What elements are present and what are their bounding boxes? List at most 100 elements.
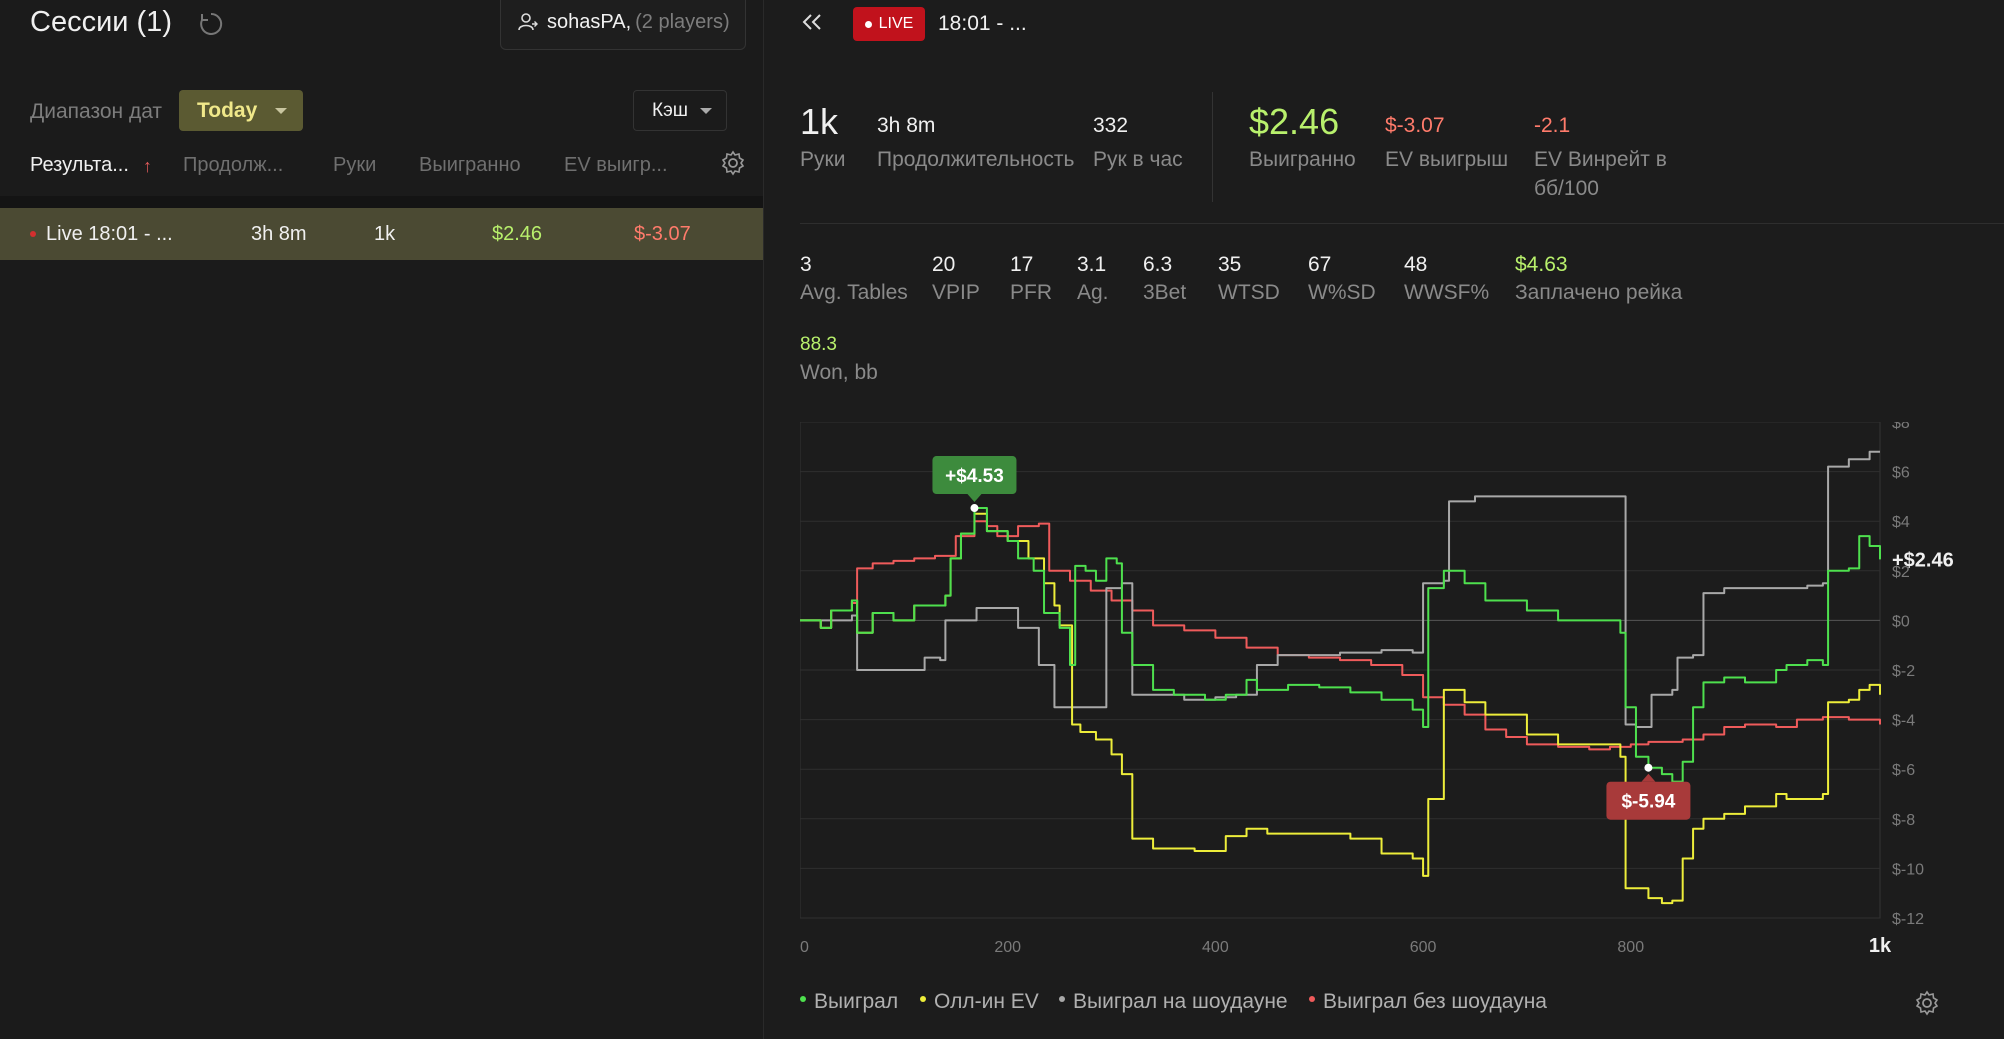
stat-avg-tables-label: Avg. Tables bbox=[800, 281, 908, 304]
series-line bbox=[800, 512, 1881, 905]
chevron-down-icon bbox=[275, 108, 287, 114]
x-tick-label: 800 bbox=[1617, 939, 1644, 956]
stat-avg-tables-value: 3 bbox=[800, 253, 812, 276]
stat-vpip-value: 20 bbox=[932, 253, 956, 276]
won-value: $2.46 bbox=[1249, 101, 1340, 142]
ev-won-value: $-3.07 bbox=[1385, 114, 1445, 137]
stat-wsd-value: 67 bbox=[1308, 253, 1332, 276]
profit-chart: $8 $6 $4 $2 $0 $-2 $-4 $-6 $-8 $-10 $-12 0 200 400 600… bbox=[799, 415, 2004, 962]
stat-pfr-label: PFR bbox=[1010, 281, 1052, 304]
legend-label: Выиграл bbox=[814, 990, 899, 1013]
won-bb-value: 88.3 bbox=[800, 334, 837, 355]
x-tick-label: 200 bbox=[994, 939, 1021, 956]
player-count: (2 players) bbox=[635, 10, 730, 33]
row-ev-won: $-3.07 bbox=[634, 223, 691, 245]
date-range-select[interactable]: Today bbox=[179, 90, 303, 131]
hands-value: 1k bbox=[800, 101, 839, 142]
date-range-label: Диапазон дат bbox=[30, 100, 163, 123]
column-hands[interactable]: Руки bbox=[333, 154, 376, 177]
legend-item-won[interactable]: Выиграл bbox=[800, 990, 898, 1014]
live-dot-icon bbox=[30, 231, 36, 237]
stat-rake-value: $4.63 bbox=[1515, 253, 1568, 276]
column-duration[interactable]: Продолж... bbox=[183, 154, 283, 177]
hands-label: Руки bbox=[800, 148, 846, 171]
hands-per-hour-value: 332 bbox=[1093, 114, 1129, 137]
legend-item-non-showdown[interactable]: Выиграл без шоудауна bbox=[1309, 990, 1547, 1014]
row-duration: 3h 8m bbox=[251, 223, 307, 245]
x-tick-label: 600 bbox=[1410, 939, 1437, 956]
legend-label: Олл-ин EV bbox=[934, 990, 1039, 1013]
stat-vpip-label: VPIP bbox=[932, 281, 980, 304]
game-type-value: Кэш bbox=[652, 99, 689, 121]
y-tick-label: $0 bbox=[1892, 613, 1910, 630]
game-type-select[interactable]: Кэш bbox=[633, 90, 727, 131]
annotation-pointer bbox=[1641, 773, 1656, 782]
refresh-icon[interactable] bbox=[197, 10, 225, 38]
stat-3bet-value: 6.3 bbox=[1143, 253, 1173, 276]
stat-3bet-label: 3Bet bbox=[1143, 281, 1187, 304]
table-divider bbox=[0, 196, 763, 208]
won-label: Выигранно bbox=[1249, 148, 1356, 171]
stat-pfr-value: 17 bbox=[1010, 253, 1034, 276]
live-badge-label: LIVE bbox=[878, 15, 914, 32]
stat-wsd-label: W%SD bbox=[1308, 281, 1376, 304]
table-row[interactable]: Live 18:01 - ... 3h 8m 1k $2.46 $-3.07 bbox=[0, 208, 763, 260]
legend-item-allin-ev[interactable]: Олл-ин EV bbox=[920, 990, 1039, 1014]
sort-asc-icon[interactable]: ↑ bbox=[143, 156, 152, 177]
date-range-value: Today bbox=[197, 98, 258, 122]
column-won[interactable]: Выигранно bbox=[419, 154, 521, 177]
hands-per-hour-label: Рук в час bbox=[1093, 148, 1183, 171]
y-tick-label: $4 bbox=[1892, 514, 1910, 531]
ev-won-label: EV выигрыш bbox=[1385, 148, 1509, 171]
sessions-panel: Сессии (1) sohasPA, (2 players) Диапазон… bbox=[0, 0, 764, 1039]
annotation-point bbox=[970, 504, 979, 513]
duration-value: 3h 8m bbox=[877, 114, 936, 137]
y-tick-label: $-10 bbox=[1892, 861, 1924, 878]
duration-label: Продолжительность bbox=[877, 148, 1075, 171]
column-result[interactable]: Результа... bbox=[30, 154, 129, 177]
ev-winrate-value: -2.1 bbox=[1534, 114, 1571, 137]
stat-rake-label: Заплачено рейка bbox=[1515, 281, 1683, 304]
x-tick-label: 1k bbox=[1869, 935, 1892, 957]
ev-winrate-label: EV Винрейт в бб/100 bbox=[1534, 148, 1667, 200]
summary-divider bbox=[1212, 92, 1213, 202]
end-value-label: +$2.46 bbox=[1892, 549, 1954, 571]
summary-separator bbox=[800, 223, 2004, 224]
collapse-icon[interactable] bbox=[798, 10, 828, 34]
annotation-label: $-5.94 bbox=[1621, 792, 1675, 813]
stat-wtsd-label: WTSD bbox=[1218, 281, 1280, 304]
x-tick-label: 400 bbox=[1202, 939, 1229, 956]
y-tick-label: $6 bbox=[1892, 465, 1910, 482]
chevron-down-icon bbox=[700, 108, 712, 114]
row-hands: 1k bbox=[374, 223, 396, 245]
live-dot-icon bbox=[864, 20, 872, 28]
annotation-pointer bbox=[967, 494, 982, 503]
y-tick-label: $-2 bbox=[1892, 663, 1915, 680]
legend-dot-icon bbox=[920, 996, 926, 1003]
annotation-point bbox=[1644, 763, 1653, 772]
column-ev-won[interactable]: EV выигр... bbox=[564, 154, 668, 177]
player-filter-button[interactable]: sohasPA, (2 players) bbox=[500, 0, 746, 50]
legend-item-showdown[interactable]: Выиграл на шоудауне bbox=[1059, 990, 1288, 1014]
legend-label: Выиграл без шоудауна bbox=[1323, 990, 1547, 1013]
series-line bbox=[800, 507, 1881, 783]
y-tick-label: $8 bbox=[1892, 422, 1910, 432]
won-bb-label: Won, bb bbox=[800, 361, 878, 384]
gear-icon[interactable] bbox=[1914, 990, 1940, 1016]
x-tick-label: 0 bbox=[800, 939, 809, 956]
stat-wwsf-value: 48 bbox=[1404, 253, 1428, 276]
sessions-title: Сессии (1) bbox=[30, 6, 172, 38]
profit-chart-svg: $8$6$4$2$0$-2$-4$-6$-8$-10$-120 200 400 600… bbox=[799, 415, 1954, 957]
stat-ag-label: Ag. bbox=[1077, 281, 1109, 304]
gear-icon[interactable] bbox=[720, 150, 746, 176]
player-name: sohasPA, bbox=[547, 10, 632, 33]
legend-dot-icon bbox=[1309, 996, 1315, 1003]
users-icon bbox=[518, 13, 538, 31]
session-title: 18:01 - ... bbox=[938, 12, 1027, 35]
legend-label: Выиграл на шоудауне bbox=[1073, 990, 1288, 1013]
stat-wwsf-label: WWSF% bbox=[1404, 281, 1490, 304]
legend-dot-icon bbox=[1059, 996, 1065, 1003]
y-tick-label: $-6 bbox=[1892, 762, 1915, 779]
series-line bbox=[800, 520, 1881, 751]
live-badge: LIVE bbox=[853, 7, 925, 41]
